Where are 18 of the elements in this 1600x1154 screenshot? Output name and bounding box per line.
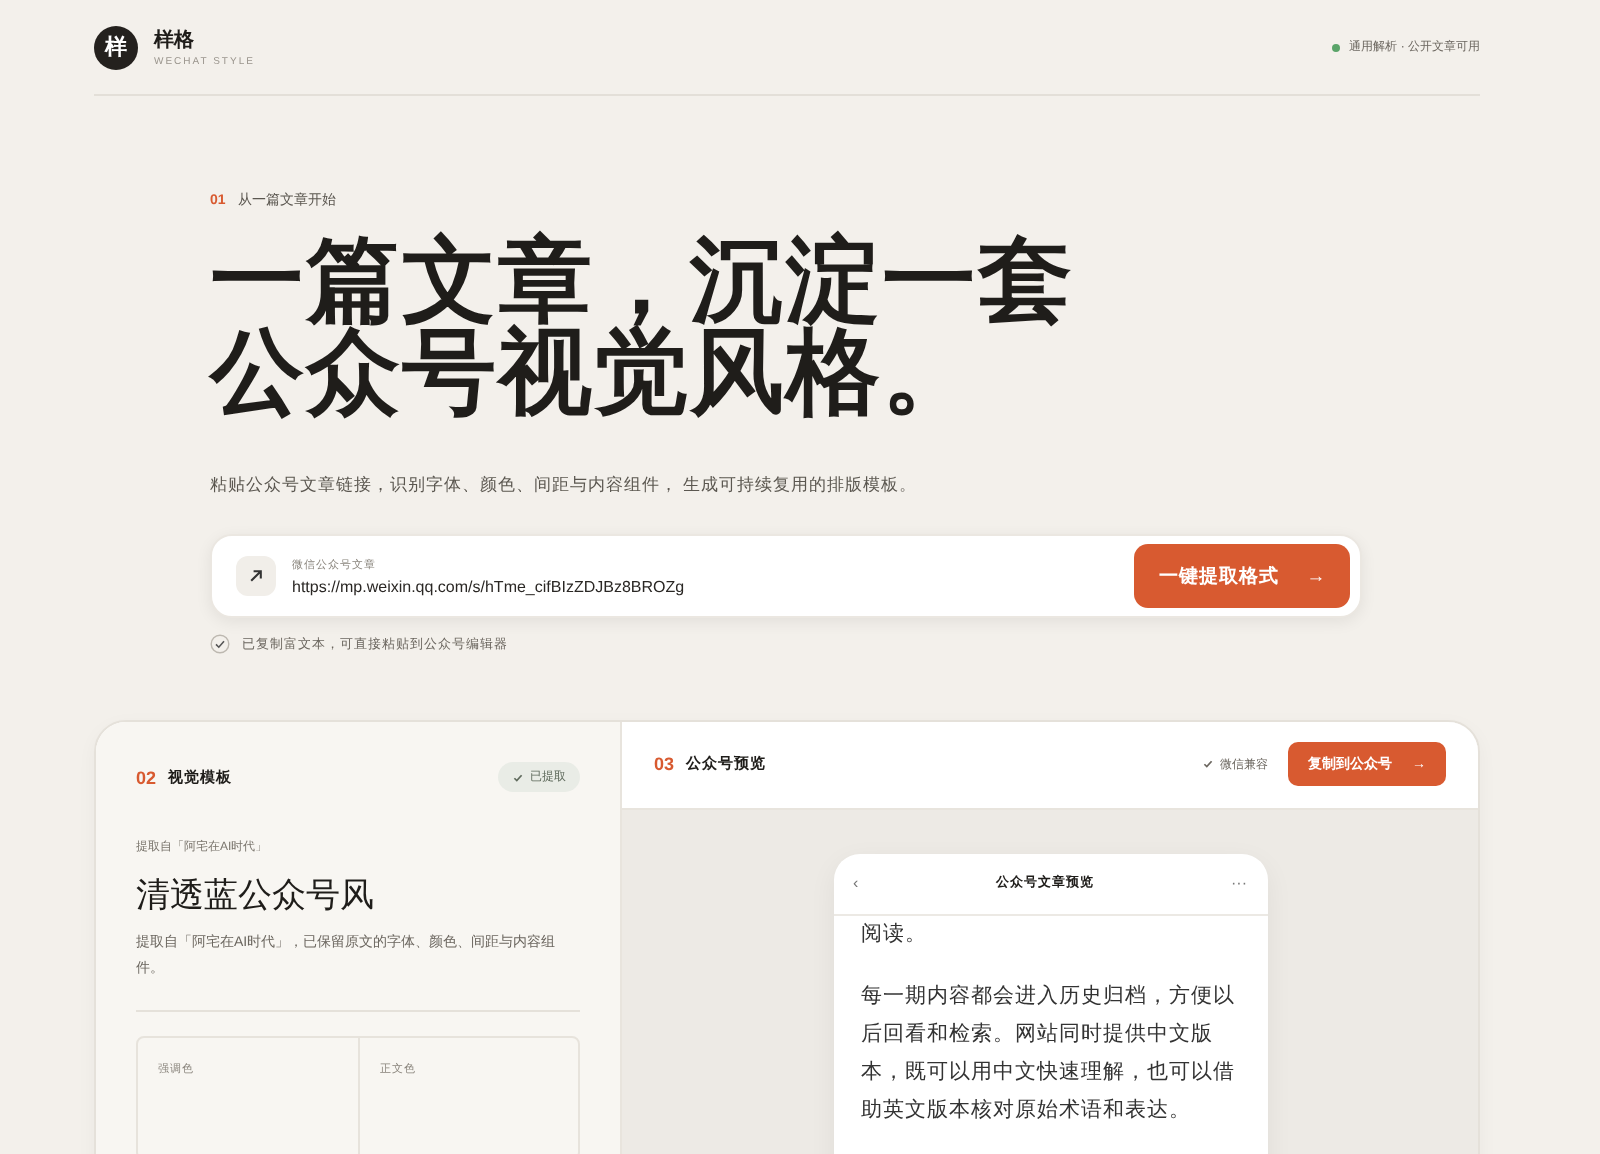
brand-name: 样格 — [154, 27, 196, 54]
logo-mark: 样 — [94, 25, 138, 69]
step-number: 02 — [136, 767, 157, 787]
headline: 一篇文章，沉淀一套 — [210, 234, 1076, 326]
check-icon — [1202, 758, 1214, 771]
arrow-icon — [236, 556, 276, 596]
article-paragraph: 每一期内容都会进入历史归档，方便以后回看和检索。网站同时提供中文版本，既可以用中文快速理解，也可以借助英文版本核对原始术语和表达。 — [861, 981, 1237, 1126]
headline: 公众号视觉风格。 — [210, 326, 978, 418]
article-paragraph: 阅读。 — [861, 919, 929, 950]
check-icon — [512, 771, 524, 783]
intro-text: 粘贴公众号文章链接，识别字体、颜色、间距与内容组件， 生成可持续复用的排版模板。 — [210, 472, 919, 498]
back-button[interactable]: ‹ — [853, 874, 859, 893]
more-button[interactable]: ··· — [1230, 874, 1247, 893]
template-name: 清透蓝公众号风 — [136, 874, 376, 918]
status-dot-icon — [1331, 43, 1340, 51]
step-number: 03 — [654, 754, 675, 775]
extract-button[interactable]: 一键提取格式 → — [1134, 544, 1350, 608]
check-circle-icon — [210, 634, 230, 654]
